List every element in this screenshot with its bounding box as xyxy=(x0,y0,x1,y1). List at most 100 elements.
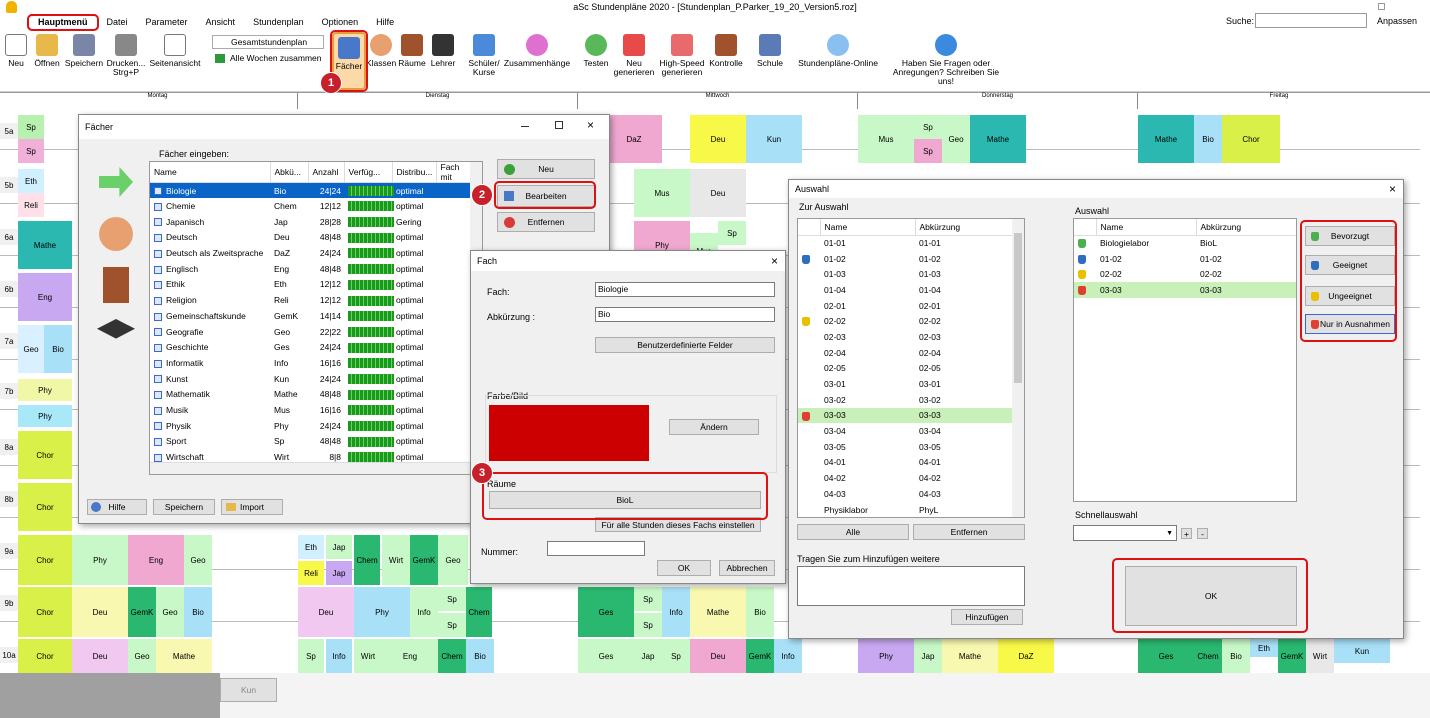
list-item[interactable]: 02-01 02-01 xyxy=(798,298,1012,314)
lesson-cell[interactable]: Mus xyxy=(634,169,690,217)
change-color-button[interactable]: Ändern xyxy=(669,419,759,435)
import-button[interactable]: Import xyxy=(221,499,283,515)
students-button[interactable]: Schüler/ Kurse xyxy=(466,34,502,77)
lesson-cell[interactable]: Jap xyxy=(326,535,352,559)
lesson-cell[interactable]: Mathe xyxy=(156,639,212,673)
select-all-button[interactable]: Alle xyxy=(797,524,909,540)
rooms-button[interactable]: Räume xyxy=(398,34,426,68)
new-button[interactable]: Neu xyxy=(4,34,28,68)
lesson-cell[interactable]: Eng xyxy=(128,535,184,585)
lesson-cell[interactable]: Ges xyxy=(578,587,634,637)
color-swatch[interactable] xyxy=(489,405,649,461)
lesson-cell[interactable]: Chor xyxy=(18,639,72,673)
lesson-cell[interactable]: Deu xyxy=(690,115,746,163)
table-row[interactable]: Sport Sp 48|48 optimal xyxy=(150,434,470,450)
lesson-cell[interactable]: Chor xyxy=(18,535,72,585)
customize-menu[interactable]: Anpassen xyxy=(1377,16,1417,26)
lesson-cell[interactable]: Geo xyxy=(438,535,468,585)
table-row[interactable]: Chemie Chem 12|12 optimal xyxy=(150,198,470,214)
col-abbr[interactable]: Abkürzung xyxy=(915,219,1013,236)
lesson-cell[interactable]: Mus xyxy=(858,115,914,163)
lesson-cell[interactable]: Deu xyxy=(72,587,128,637)
online-button[interactable]: Stundenpläne-Online xyxy=(794,34,882,68)
lesson-cell[interactable]: Chem xyxy=(466,587,492,637)
open-button[interactable]: Öffnen xyxy=(32,34,62,68)
list-item[interactable]: 04-03 04-03 xyxy=(798,486,1012,502)
lesson-cell[interactable]: GemK xyxy=(410,535,438,585)
lesson-cell[interactable]: Jap xyxy=(914,639,942,673)
table-row[interactable]: Geografie Geo 22|22 optimal xyxy=(150,324,470,340)
list-item[interactable]: 02-04 02-04 xyxy=(798,345,1012,361)
new-subject-button[interactable]: Neu xyxy=(497,159,595,179)
lesson-cell[interactable]: Eng xyxy=(18,273,72,321)
view-select[interactable]: Gesamtstundenplan xyxy=(212,35,324,49)
minimize-icon[interactable] xyxy=(521,126,529,127)
lesson-cell[interactable]: Chem xyxy=(1194,639,1222,673)
list-item[interactable]: 01-03 01-03 xyxy=(798,266,1012,282)
table-row[interactable]: Ethik Eth 12|12 optimal xyxy=(150,277,470,293)
list-item[interactable]: Physiklabor PhyL xyxy=(798,502,1012,517)
lesson-cell[interactable]: Phy xyxy=(18,405,72,427)
lesson-cell[interactable]: Sp xyxy=(438,587,466,611)
add-button[interactable]: Hinzufügen xyxy=(951,609,1023,625)
col-distribution[interactable]: Distribu... xyxy=(392,162,437,183)
lesson-cell[interactable]: Kun xyxy=(746,115,802,163)
lesson-cell[interactable]: Geo xyxy=(942,115,970,163)
lesson-cell[interactable]: Chor xyxy=(18,587,72,637)
lesson-cell[interactable]: Reli xyxy=(18,193,44,217)
lesson-cell[interactable]: Deu xyxy=(690,639,746,673)
lesson-cell[interactable]: Info xyxy=(326,639,352,673)
lesson-cell[interactable]: Bio xyxy=(466,639,494,673)
lesson-cell[interactable]: Mathe xyxy=(942,639,998,673)
table-row[interactable]: Englisch Eng 48|48 optimal xyxy=(150,261,470,277)
lesson-cell[interactable]: DaZ xyxy=(998,639,1054,673)
remove-subject-button[interactable]: Entfernen xyxy=(497,212,595,232)
lesson-cell[interactable]: Info xyxy=(662,587,690,637)
lesson-cell[interactable]: Sp xyxy=(634,587,662,611)
save-subjects-button[interactable]: Speichern xyxy=(153,499,215,515)
list-item[interactable]: BiologielaborBioL xyxy=(798,517,1012,518)
lesson-cell[interactable]: Sp xyxy=(718,221,746,245)
lesson-cell[interactable]: Chem xyxy=(354,535,380,585)
scrollbar-vertical[interactable] xyxy=(1012,219,1024,517)
list-item[interactable]: 04-02 04-02 xyxy=(798,470,1012,486)
lesson-cell[interactable]: Sp xyxy=(914,139,942,163)
remove-button[interactable]: Entfernen xyxy=(913,524,1025,540)
lesson-cell[interactable]: Sp xyxy=(298,639,324,673)
col-abbr[interactable]: Abkü... xyxy=(270,162,309,183)
minus-button[interactable]: - xyxy=(1197,528,1208,539)
lesson-cell[interactable]: Sp xyxy=(914,115,942,139)
lesson-cell[interactable]: Phy xyxy=(858,639,914,673)
table-row[interactable]: Musik Mus 16|16 optimal xyxy=(150,402,470,418)
custom-fields-button[interactable]: Benutzerdefinierte Felder xyxy=(595,337,775,353)
preview-button[interactable]: Seitenansicht xyxy=(148,34,202,68)
lesson-cell[interactable]: Bio xyxy=(1194,115,1222,163)
test-button[interactable]: Testen xyxy=(580,34,612,68)
lesson-cell[interactable]: Eng xyxy=(382,639,438,673)
lesson-cell[interactable]: Chor xyxy=(1222,115,1280,163)
menu-optionen[interactable]: Optionen xyxy=(313,15,368,29)
feedback-button[interactable]: Haben Sie Fragen oder Anregungen? Schrei… xyxy=(890,34,1002,86)
maximize-icon[interactable] xyxy=(555,121,563,129)
col-availability[interactable]: Verfüg... xyxy=(344,162,393,183)
lesson-cell[interactable]: Bio xyxy=(746,587,774,637)
lesson-cell[interactable]: Bio xyxy=(184,587,212,637)
cancel-button[interactable]: Abbrechen xyxy=(719,560,775,576)
lesson-cell[interactable]: Sp xyxy=(662,639,690,673)
lesson-cell[interactable]: Sp xyxy=(18,115,44,139)
add-input[interactable] xyxy=(797,566,1025,606)
table-row[interactable]: Religion Reli 12|12 optimal xyxy=(150,292,470,308)
scrollbar-horizontal[interactable] xyxy=(150,462,482,474)
col-name[interactable]: Name xyxy=(150,162,271,183)
lesson-cell[interactable]: Kun xyxy=(1334,639,1390,663)
lesson-cell[interactable]: Sp xyxy=(438,613,466,637)
col-count[interactable]: Anzahl xyxy=(308,162,345,183)
high-speed-button[interactable]: High-Speed generieren xyxy=(656,34,708,77)
lesson-cell[interactable]: Chem xyxy=(438,639,466,673)
close-icon[interactable]: × xyxy=(587,118,594,132)
name-input[interactable]: Biologie xyxy=(595,282,775,297)
lesson-cell[interactable]: Ges xyxy=(578,639,634,673)
lesson-cell[interactable]: Eth xyxy=(298,535,324,559)
search-input[interactable] xyxy=(1255,13,1367,28)
control-button[interactable]: Kontrolle xyxy=(706,34,746,68)
